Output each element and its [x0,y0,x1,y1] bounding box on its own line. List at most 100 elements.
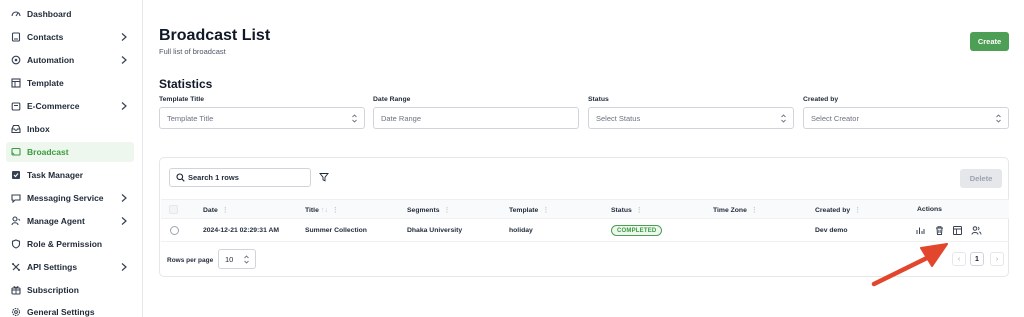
main-content: Broadcast List Full list of broadcast Cr… [144,0,1024,317]
chevron-right-icon [121,194,127,202]
sidebar-item-label: Manage Agent [27,216,85,226]
status-badge: COMPLETED [611,225,663,236]
cell-template: holiday [509,227,533,234]
sidebar-item-role-permission[interactable]: Role & Permission [6,234,134,254]
delete-button[interactable]: Delete [960,169,1002,188]
sidebar-item-label: Subscription [27,285,79,295]
column-header-title[interactable]: Title ↑↓ ⋮ [305,206,339,215]
sidebar-item-label: Dashboard [27,9,72,19]
sidebar-item-label: Role & Permission [27,239,103,249]
chevron-right-icon [121,102,127,110]
agent-icon [11,216,21,226]
contacts-icon [11,32,21,42]
column-header-status[interactable]: Status ⋮ [611,206,643,215]
page-number-button[interactable]: 1 [970,252,984,266]
broadcast-table-card: Search 1 rows Delete Date ⋮ Title ↑↓ ⋮ Segm… [159,157,1009,277]
column-header-segments[interactable]: Segments ⋮ [407,206,450,215]
select-arrows-icon [996,114,1001,123]
filter-label-template-title: Template Title [159,96,205,103]
column-header-template[interactable]: Template ⋮ [509,206,549,215]
statistics-title: Statistics [159,77,213,91]
subscription-icon [11,285,21,295]
filter-label-created-by: Created by [803,96,839,103]
select-arrows-icon [352,114,357,123]
dashboard-icon [11,9,21,19]
chevron-right-icon [121,56,127,64]
column-header-actions: Actions [917,206,942,213]
sidebar-item-dashboard[interactable]: Dashboard [6,4,134,24]
filter-label-status: Status [588,96,609,103]
sidebar-item-label: Inbox [27,124,50,134]
template-icon [11,78,21,88]
table-header: Date ⋮ Title ↑↓ ⋮ Segments ⋮ Template ⋮ Statu… [161,199,1009,219]
sidebar-item-task-manager[interactable]: Task Manager [6,165,134,185]
sidebar-item-manage-agent[interactable]: Manage Agent [6,211,134,231]
sidebar-item-label: Contacts [27,32,64,42]
messaging-icon [11,193,21,203]
cell-segments: Dhaka University [407,227,463,234]
template-title-placeholder: Template Title [167,113,214,123]
cell-title: Summer Collection [305,227,367,234]
sidebar-item-label: Automation [27,55,75,65]
task-icon [11,170,21,180]
rows-per-page-label: Rows per page [167,257,214,264]
date-range-placeholder: Date Range [381,113,422,123]
sidebar-item-label: Broadcast [27,147,69,157]
table-row: 2024-12-21 02:29:31 AM Summer Collection… [161,220,1009,242]
sidebar-item-broadcast[interactable]: Broadcast [6,142,134,162]
column-header-time-zone[interactable]: Time Zone ⋮ [713,206,758,215]
sidebar-item-label: API Settings [27,262,78,272]
sidebar-item-ecommerce[interactable]: E-Commerce [6,96,134,116]
template-title-select[interactable]: Template Title [159,107,365,129]
status-placeholder: Select Status [596,113,641,123]
filter-label-date-range: Date Range [373,96,411,103]
prev-page-button[interactable]: ‹ [952,252,966,266]
sidebar-item-label: General Settings [27,307,95,317]
sidebar-item-label: Messaging Service [27,193,104,203]
users-icon[interactable] [971,225,982,236]
date-range-input[interactable]: Date Range [373,107,579,129]
api-icon [11,262,21,272]
view-icon[interactable] [952,225,963,236]
sort-icon: ↑↓ [320,206,328,214]
chevron-right-icon [121,33,127,41]
select-arrows-icon [781,114,786,123]
sidebar-item-template[interactable]: Template [6,73,134,93]
column-header-created-by[interactable]: Created by ⋮ [815,206,861,215]
sidebar-item-contacts[interactable]: Contacts [6,27,134,47]
creator-placeholder: Select Creator [811,113,859,123]
automation-icon [11,55,21,65]
stats-icon[interactable] [915,225,926,236]
search-icon [176,173,185,182]
sidebar-item-messaging-service[interactable]: Messaging Service [6,188,134,208]
rows-per-page-select[interactable]: 10 [218,249,256,269]
chevron-right-icon [121,263,127,271]
sidebar-item-subscription[interactable]: Subscription [6,280,134,300]
sidebar-item-automation[interactable]: Automation [6,50,134,70]
chevron-right-icon [121,217,127,225]
search-input[interactable]: Search 1 rows [169,168,311,187]
next-page-button[interactable]: › [990,252,1004,266]
row-select-radio[interactable] [170,226,179,235]
page-subtitle: Full list of broadcast [159,47,226,56]
create-button[interactable]: Create [970,32,1009,51]
sidebar-item-label: Template [27,78,64,88]
sidebar-item-api-settings[interactable]: API Settings [6,257,134,277]
column-header-date[interactable]: Date ⋮ [203,206,229,215]
rows-per-page-value: 10 [225,254,234,264]
status-select[interactable]: Select Status [588,107,794,129]
select-all-checkbox[interactable] [169,205,178,214]
search-placeholder: Search 1 rows [188,173,239,182]
trash-icon[interactable] [934,225,945,236]
shield-icon [11,239,21,249]
filter-icon[interactable] [319,172,329,182]
sidebar-item-general-settings[interactable]: General Settings [6,302,134,317]
cell-date: 2024-12-21 02:29:31 AM [203,227,280,234]
sidebar-item-inbox[interactable]: Inbox [6,119,134,139]
sidebar: Dashboard Contacts Automation Template E… [0,0,143,317]
sidebar-item-label: Task Manager [27,170,84,180]
creator-select[interactable]: Select Creator [803,107,1009,129]
ecommerce-icon [11,101,21,111]
sidebar-item-label: E-Commerce [27,101,80,111]
inbox-icon [11,124,21,134]
